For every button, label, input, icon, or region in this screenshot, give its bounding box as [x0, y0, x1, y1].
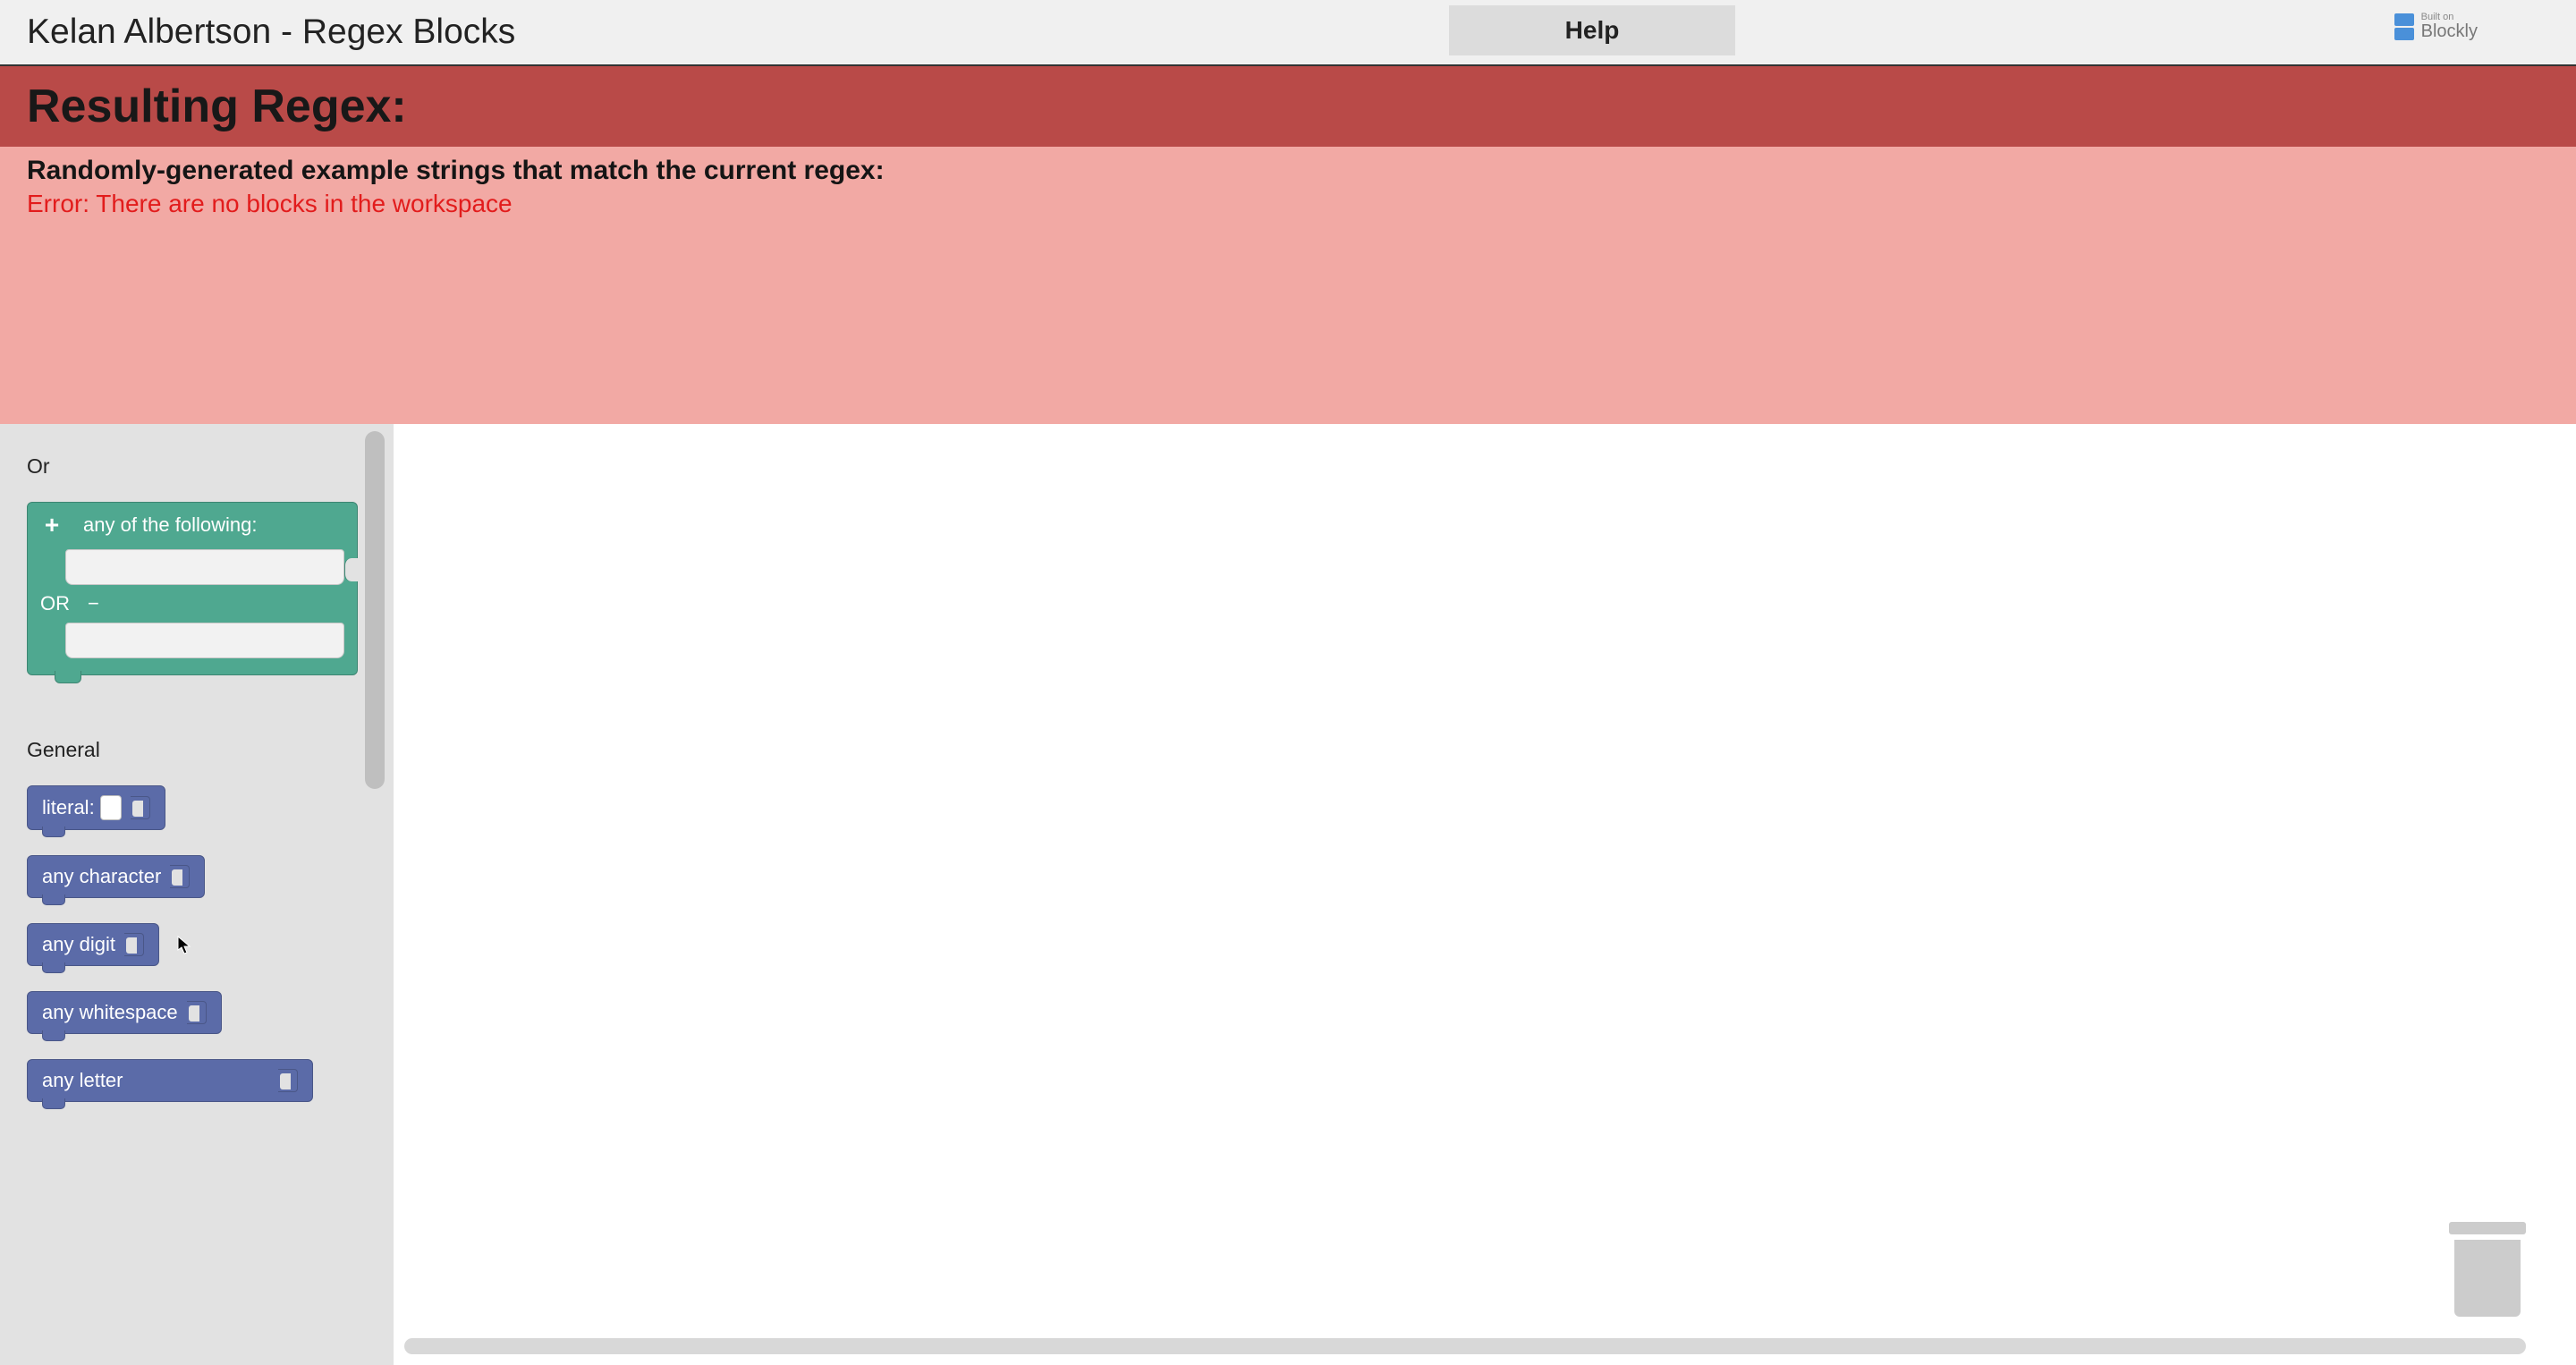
literal-block[interactable]: literal:: [27, 785, 165, 830]
any-letter-block[interactable]: any letter: [27, 1059, 313, 1102]
category-general-label: General: [27, 738, 367, 762]
block-connector-right: [170, 865, 190, 888]
or-block[interactable]: + any of the following: OR −: [27, 502, 358, 675]
category-or-label: Or: [27, 454, 367, 479]
or-block-slot-1[interactable]: [65, 549, 344, 585]
header-bar: Kelan Albertson - Regex Blocks Help Buil…: [0, 0, 2576, 66]
any-character-label: any character: [42, 865, 161, 888]
blockly-logo-icon: [2394, 13, 2414, 40]
blockly-name: Blockly: [2421, 22, 2478, 40]
examples-label: Randomly-generated example strings that …: [27, 156, 2549, 186]
block-connector-bottom: [42, 894, 65, 905]
trash-icon[interactable]: [2449, 1222, 2526, 1320]
literal-label: literal:: [42, 796, 95, 819]
workspace: Or + any of the following: OR − General …: [0, 424, 2576, 1365]
block-connector-right: [124, 933, 144, 956]
block-connector-right: [131, 796, 150, 819]
or-block-slot-2[interactable]: [65, 623, 344, 658]
or-text: OR: [40, 592, 70, 615]
result-header: Resulting Regex:: [0, 66, 2576, 147]
canvas[interactable]: [394, 424, 2576, 1365]
toolbox-scrollbar[interactable]: [365, 431, 385, 789]
minus-icon[interactable]: −: [88, 592, 99, 615]
any-character-block[interactable]: any character: [27, 855, 205, 898]
block-connector-bottom: [42, 827, 65, 837]
any-whitespace-label: any whitespace: [42, 1001, 178, 1024]
any-digit-block[interactable]: any digit: [27, 923, 159, 966]
result-heading: Resulting Regex:: [27, 80, 407, 133]
block-connector-right: [187, 1001, 207, 1024]
block-connector-bottom: [42, 1030, 65, 1041]
literal-input[interactable]: [100, 795, 122, 820]
plus-icon[interactable]: +: [40, 513, 64, 537]
page-title: Kelan Albertson - Regex Blocks: [27, 13, 515, 52]
canvas-scrollbar[interactable]: [404, 1338, 2526, 1354]
any-whitespace-block[interactable]: any whitespace: [27, 991, 222, 1034]
toolbox: Or + any of the following: OR − General …: [0, 424, 394, 1365]
block-connector-bottom: [42, 962, 65, 973]
or-block-connector: [344, 558, 359, 581]
blockly-logo[interactable]: Built on Blockly: [2394, 13, 2478, 40]
blockly-logo-text: Built on Blockly: [2421, 13, 2478, 40]
or-block-header-text: any of the following:: [83, 513, 257, 537]
any-letter-label: any letter: [42, 1069, 123, 1092]
or-block-bottom-connector: [55, 671, 81, 683]
block-connector-bottom: [42, 1098, 65, 1109]
error-message: Error: There are no blocks in the worksp…: [27, 190, 2549, 218]
any-digit-label: any digit: [42, 933, 115, 956]
examples-panel: Randomly-generated example strings that …: [0, 147, 2576, 424]
block-connector-right: [278, 1069, 298, 1092]
help-button[interactable]: Help: [1449, 5, 1735, 55]
